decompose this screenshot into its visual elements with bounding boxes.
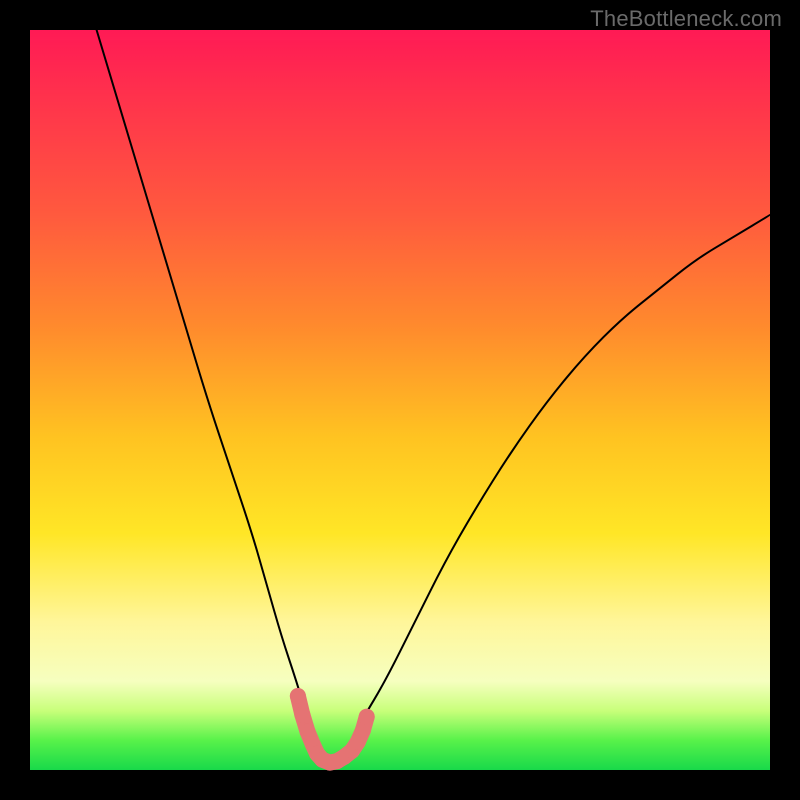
highlight-markers xyxy=(290,688,375,771)
highlight-marker xyxy=(294,707,310,723)
chart-frame: TheBottleneck.com xyxy=(0,0,800,800)
highlight-marker xyxy=(359,709,375,725)
plot-area xyxy=(30,30,770,770)
bottleneck-curve xyxy=(97,30,770,763)
curve-svg xyxy=(30,30,770,770)
watermark-text: TheBottleneck.com xyxy=(590,6,782,32)
highlight-marker xyxy=(290,688,306,704)
